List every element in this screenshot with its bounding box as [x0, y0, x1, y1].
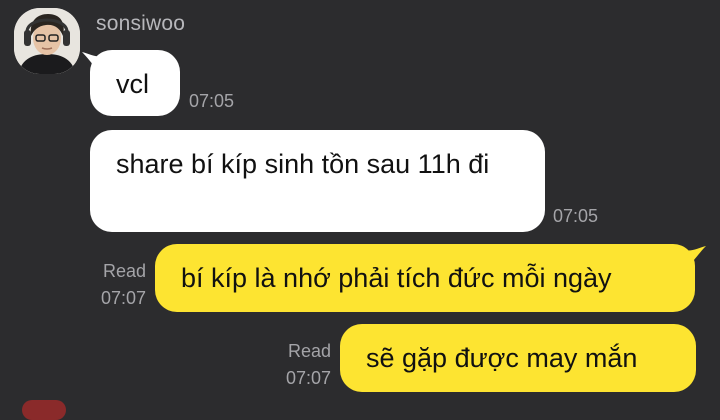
message-bubble[interactable]: share bí kíp sinh tồn sau 11h đi: [90, 130, 545, 232]
message-bubble[interactable]: bí kíp là nhớ phải tích đức mỗi ngày: [155, 244, 695, 312]
read-receipt: Read 07:07: [255, 338, 331, 392]
profile-photo-icon: [14, 8, 80, 74]
sender-avatar[interactable]: [14, 8, 80, 74]
sender-name: sonsiwoo: [96, 12, 186, 35]
read-status: Read: [102, 261, 146, 281]
next-sender-avatar[interactable]: [22, 400, 66, 420]
message-text: bí kíp là nhớ phải tích đức mỗi ngày: [181, 263, 612, 293]
message-text: vcl: [116, 69, 149, 99]
message-bubble[interactable]: sẽ gặp được may mắn: [340, 324, 696, 392]
message-time: 07:07: [285, 368, 331, 388]
message-bubble[interactable]: vcl: [90, 50, 180, 116]
message-time: 07:07: [100, 288, 146, 308]
message-time: 07:05: [553, 206, 599, 226]
read-status: Read: [287, 341, 331, 361]
read-receipt: Read 07:07: [70, 258, 146, 312]
message-text: sẽ gặp được may mắn: [366, 343, 638, 373]
message-text: share bí kíp sinh tồn sau 11h đi: [116, 149, 490, 179]
message-time: 07:05: [189, 91, 235, 111]
